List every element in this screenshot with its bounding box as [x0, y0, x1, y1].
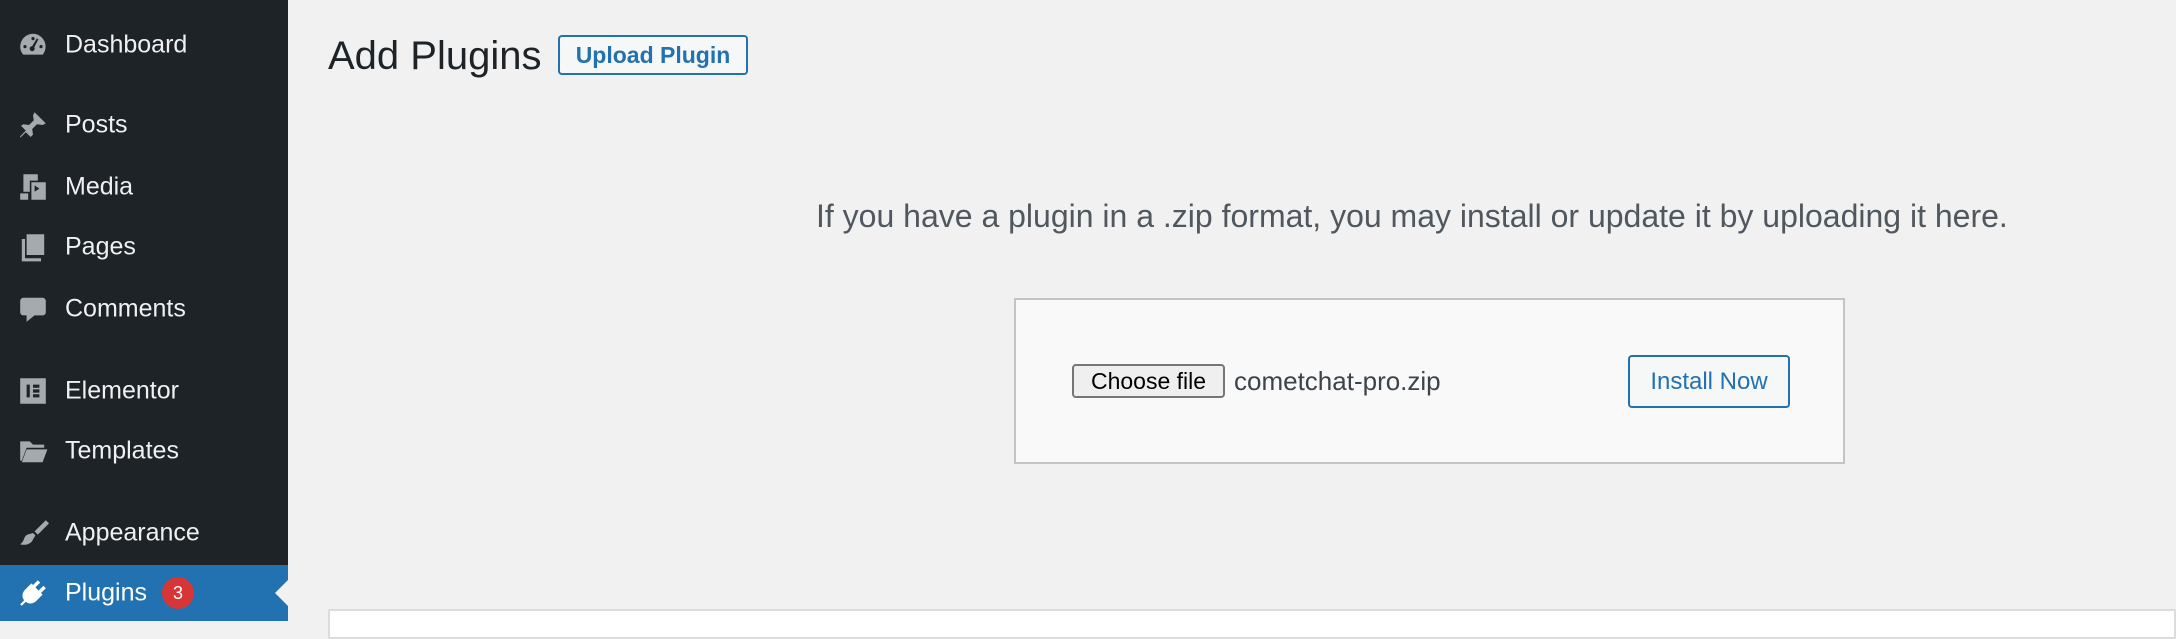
- sidebar-item-label: Templates: [65, 436, 179, 465]
- sidebar-item-label: Media: [65, 172, 134, 201]
- sidebar-item-comments[interactable]: Comments: [0, 281, 288, 337]
- media-icon: [16, 170, 50, 204]
- sidebar-item-label: Elementor: [65, 376, 179, 405]
- paintbrush-icon: [16, 516, 50, 550]
- sidebar-item-templates[interactable]: Templates: [0, 423, 288, 479]
- folder-icon: [16, 434, 50, 468]
- upload-plugin-button[interactable]: Upload Plugin: [558, 35, 748, 75]
- choose-file-button[interactable]: Choose file: [1072, 364, 1225, 398]
- dashboard-icon: [16, 28, 50, 62]
- admin-sidebar: Dashboard Posts Media Pages Comments Ele…: [0, 0, 288, 621]
- sidebar-item-appearance[interactable]: Appearance: [0, 505, 288, 561]
- page-title: Add Plugins: [328, 34, 542, 78]
- sidebar-item-label: Dashboard: [65, 30, 188, 59]
- sidebar-item-posts[interactable]: Posts: [0, 97, 288, 153]
- sidebar-item-label: Plugins: [65, 578, 147, 607]
- sidebar-item-label: Comments: [65, 294, 186, 323]
- sidebar-item-label: Appearance: [65, 518, 200, 547]
- selected-file-name: cometchat-pro.zip: [1234, 366, 1441, 396]
- elementor-icon: [16, 374, 50, 408]
- sidebar-item-dashboard[interactable]: Dashboard: [0, 17, 288, 73]
- plugin-icon: [16, 576, 50, 610]
- pages-icon: [16, 230, 50, 264]
- sidebar-item-media[interactable]: Media: [0, 159, 288, 215]
- content-panel: [328, 609, 2176, 639]
- sidebar-item-elementor[interactable]: Elementor: [0, 363, 288, 419]
- comment-icon: [16, 292, 50, 326]
- install-now-button[interactable]: Install Now: [1628, 355, 1790, 408]
- update-count-badge: 3: [162, 577, 194, 609]
- pushpin-icon: [16, 108, 50, 142]
- upload-help-text: If you have a plugin in a .zip format, y…: [816, 198, 2008, 234]
- sidebar-item-label: Pages: [65, 232, 136, 261]
- sidebar-item-pages[interactable]: Pages: [0, 219, 288, 275]
- sidebar-item-plugins[interactable]: Plugins 3: [0, 565, 288, 621]
- sidebar-item-label: Posts: [65, 110, 128, 139]
